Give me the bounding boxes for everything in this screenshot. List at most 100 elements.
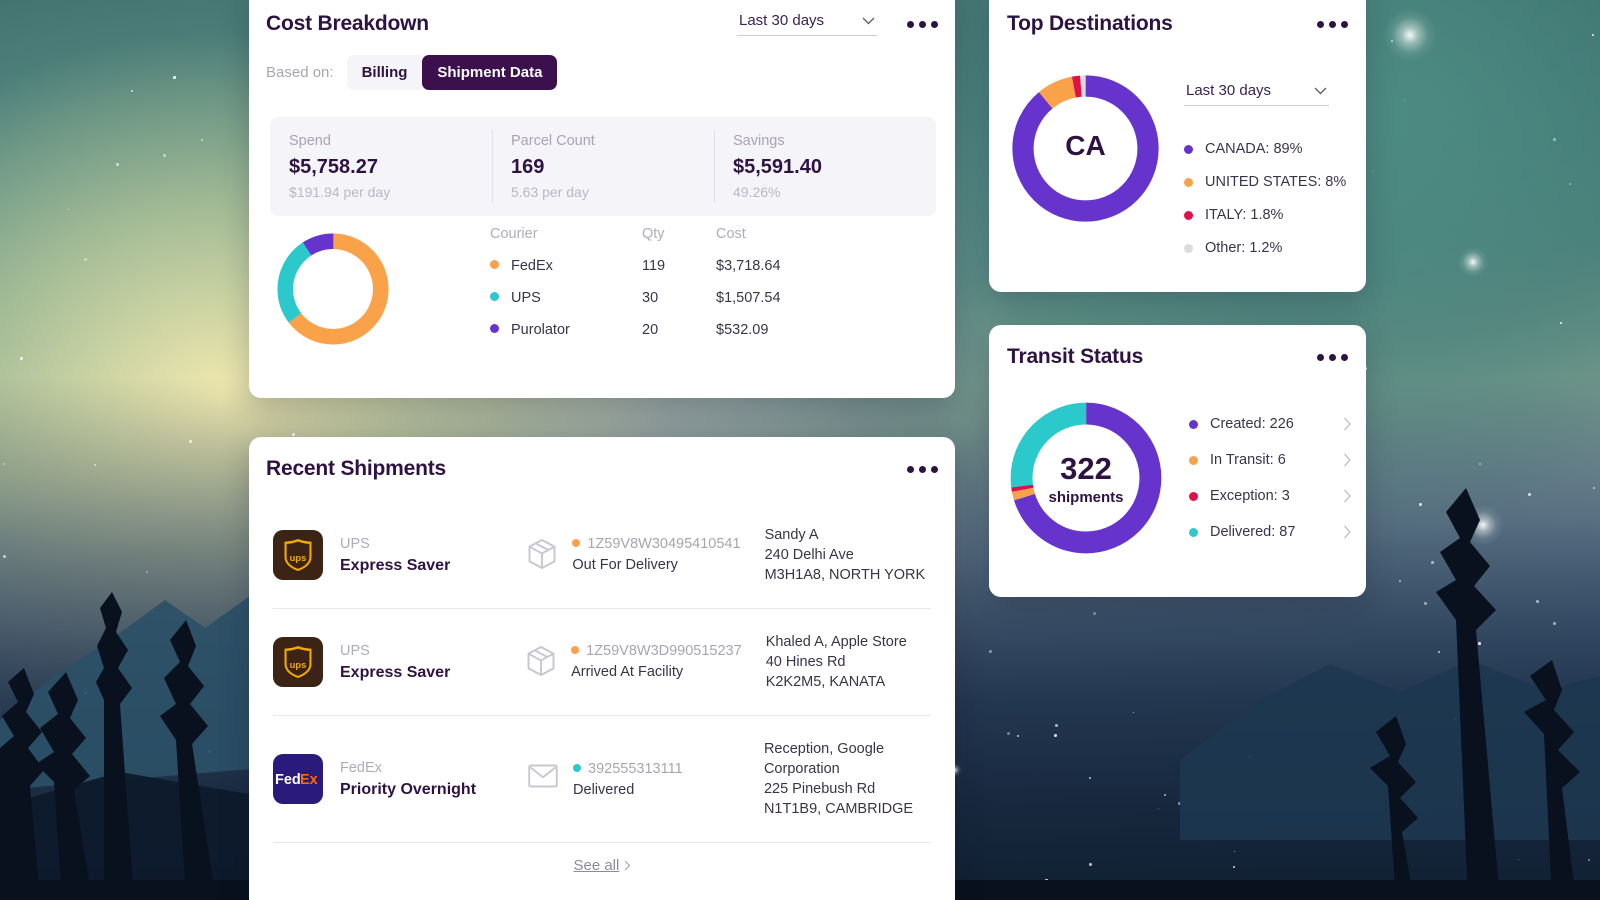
stat-sub: $191.94 per day — [289, 184, 391, 200]
recent-shipments-card: Recent Shipments ups UPS Express Saver 1… — [249, 437, 955, 900]
shipment-row[interactable]: ups UPS Express Saver 1Z59V8W30495410541… — [273, 511, 931, 609]
destinations-donut-chart — [1012, 75, 1159, 222]
destinations-legend: Last 30 days CANADA: 89% UNITED STATES: 8… — [1184, 66, 1346, 256]
legend-label: ITALY: 1.8% — [1205, 207, 1284, 223]
legend-dot — [1184, 210, 1193, 220]
stat-parcel-count: Parcel Count 169 5.63 per day — [492, 117, 714, 216]
transit-status-header: Transit Status — [1007, 345, 1348, 369]
shipment-list: ups UPS Express Saver 1Z59V8W30495410541… — [273, 511, 931, 874]
see-all-label: See all — [573, 857, 620, 874]
service-info: UPS Express Saver — [340, 536, 527, 575]
list-item: Other: 1.2% — [1184, 240, 1346, 256]
legend-dot — [1184, 177, 1193, 187]
donut-segment — [1012, 75, 1159, 222]
top-destinations-title: Top Destinations — [1007, 12, 1173, 35]
status-dot — [572, 538, 581, 547]
destinations-donut-wrap: CA — [1003, 66, 1168, 231]
dot — [1317, 353, 1324, 361]
dot — [1317, 20, 1324, 28]
top-destinations-body: CA Last 30 days CANADA: 89% UNITED STATES… — [1003, 66, 1350, 256]
dot — [1329, 20, 1336, 28]
tracking-info: 1Z59V8W3D990515237 Arrived At Facility — [526, 643, 742, 682]
carrier-logo: Fed Ex — [273, 754, 323, 804]
cost-breakdown-menu-button[interactable] — [907, 20, 938, 28]
data-source-segmented-control: Billing Shipment Data — [346, 55, 558, 90]
dot — [1329, 353, 1336, 361]
shipment-type-icon — [526, 645, 558, 682]
chevron-right-icon — [1343, 525, 1351, 539]
dot — [907, 20, 914, 28]
carrier-name: FedEx — [340, 759, 382, 776]
column-cost: Cost — [716, 226, 746, 242]
fedex-logo: Fed Ex — [275, 772, 318, 787]
transit-legend: Created: 226 In Transit: 6 Exception: 3 Del… — [1189, 416, 1352, 540]
destination-address: Sandy A 240 Delhi Ave M3H1A8, NORTH YORK — [764, 527, 926, 583]
shipment-row[interactable]: ups UPS Express Saver 1Z59V8W3D990515237… — [273, 609, 931, 716]
legend-dot — [490, 292, 499, 301]
tracking-text: 1Z59V8W30495410541 Out For Delivery — [572, 536, 741, 573]
carrier-name: UPS — [340, 535, 370, 552]
list-item: ITALY: 1.8% — [1184, 207, 1346, 223]
recent-shipments-menu-button[interactable] — [907, 465, 938, 473]
tab-billing[interactable]: Billing — [346, 55, 423, 90]
ups-logo: ups — [284, 539, 312, 571]
chevron-down-icon — [1314, 87, 1327, 94]
stat-label: Parcel Count — [511, 133, 595, 149]
chevron-right-icon — [624, 860, 630, 871]
list-item[interactable]: In Transit: 6 — [1189, 452, 1352, 468]
top-destinations-card: Top Destinations CA Last 30 days CANADA:… — [989, 0, 1366, 292]
see-all-link[interactable]: See all — [273, 843, 931, 874]
service-info: FedEx Priority Overnight — [340, 760, 528, 799]
stat-sub: 49.26% — [733, 184, 781, 200]
destination-address: Reception, Google Corporation 225 Pinebush… — [763, 741, 914, 817]
shipment-type-icon — [527, 538, 559, 575]
tracking-text: 392555313111 Delivered — [573, 761, 683, 798]
status-dot — [571, 645, 580, 654]
tracking-number[interactable]: 1Z59V8W30495410541 — [572, 536, 741, 552]
destinations-range-select[interactable]: Last 30 days — [1184, 82, 1329, 106]
transit-status-menu-button[interactable] — [1317, 353, 1348, 361]
transit-status-body: 322 shipments Created: 226 In Transit: 6 E… — [1001, 393, 1352, 563]
cell-qty: 30 — [642, 290, 659, 306]
service-name: Priority Overnight — [340, 780, 477, 798]
list-item[interactable]: Created: 226 — [1189, 416, 1352, 432]
cell-cost: $532.09 — [716, 322, 769, 338]
list-item[interactable]: Exception: 3 — [1189, 488, 1352, 504]
cell-courier: Purolator — [490, 322, 642, 354]
legend-dot — [1184, 243, 1193, 253]
cost-stats-panel: Spend $5,758.27 $191.94 per day Parcel C… — [270, 117, 936, 216]
courier-donut-chart — [277, 233, 389, 345]
shipment-row[interactable]: Fed Ex FedEx Priority Overnight 39255531… — [273, 716, 931, 843]
chevron-down-icon — [862, 17, 875, 24]
tracking-number[interactable]: 1Z59V8W3D990515237 — [571, 643, 742, 659]
dot — [931, 20, 938, 28]
dot — [931, 465, 938, 473]
stat-value: 169 — [511, 156, 545, 178]
destination-address: Khaled A, Apple Store 40 Hines Rd K2K2M5, … — [765, 634, 907, 690]
stat-value: $5,758.27 — [289, 156, 378, 178]
dot — [919, 465, 926, 473]
list-item[interactable]: Delivered: 87 — [1189, 524, 1352, 540]
cost-range-select[interactable]: Last 30 days — [737, 12, 877, 36]
tab-shipment-data[interactable]: Shipment Data — [422, 55, 558, 90]
legend-label: Exception: 3 — [1210, 488, 1290, 504]
transit-status-title: Transit Status — [1007, 345, 1144, 368]
shipment-type-icon — [528, 763, 560, 794]
top-destinations-menu-button[interactable] — [1317, 20, 1348, 28]
list-item: CANADA: 89% — [1184, 141, 1346, 157]
chevron-right-icon — [1343, 489, 1351, 503]
courier-breakdown-section: Courier Qty Cost FedEx 119 $3,718.64 UPS 30 $… — [270, 226, 781, 354]
list-item: UNITED STATES: 8% — [1184, 174, 1346, 190]
courier-table: Courier Qty Cost FedEx 119 $3,718.64 UPS 30 $… — [490, 226, 781, 354]
column-courier: Courier — [490, 226, 538, 242]
dot — [1341, 353, 1348, 361]
legend-dot — [1189, 491, 1198, 501]
tracking-info: 1Z59V8W30495410541 Out For Delivery — [527, 536, 741, 575]
cell-cost: $3,718.64 — [716, 258, 781, 274]
tracking-number[interactable]: 392555313111 — [573, 761, 683, 777]
status-badge: Out For Delivery — [572, 556, 678, 573]
destinations-range-value: Last 30 days — [1186, 82, 1272, 99]
cost-breakdown-header: Cost Breakdown Last 30 days — [266, 12, 938, 36]
legend-dot — [490, 260, 499, 269]
transit-status-card: Transit Status 322 shipments Created: 22… — [989, 325, 1366, 597]
